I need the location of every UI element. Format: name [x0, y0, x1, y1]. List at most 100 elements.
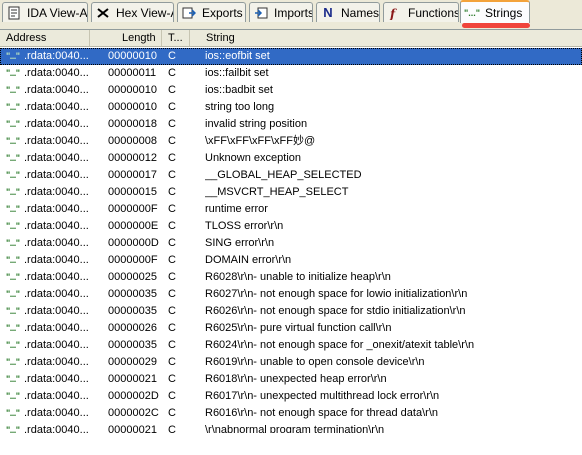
type-cell: C — [168, 390, 176, 402]
type-cell: C — [168, 101, 176, 113]
table-row[interactable]: "..." .rdata:0040... 00000012 C Unknown exce… — [0, 150, 582, 167]
string-icon: "..." — [6, 221, 20, 231]
tab-label: Names — [341, 5, 380, 20]
tab-label: IDA View-A — [27, 5, 88, 20]
length-cell: 00000029 — [108, 356, 157, 368]
length-cell: 00000010 — [108, 50, 157, 62]
type-cell: C — [168, 152, 176, 164]
address-cell: .rdata:0040... — [24, 50, 88, 62]
tab-strings[interactable]: "..." Strings — [460, 0, 530, 23]
table-row[interactable]: "..." .rdata:0040... 0000000D C SING error\r… — [0, 235, 582, 252]
type-cell: C — [168, 220, 176, 232]
string-cell: \r\nabnormal program termination\r\n — [205, 424, 385, 433]
table-row[interactable]: "..." .rdata:0040... 00000035 C R6024\r\n- n… — [0, 337, 582, 354]
type-cell: C — [168, 84, 176, 96]
table-row[interactable]: "..." .rdata:0040... 00000021 C \r\nabnormal… — [0, 422, 582, 433]
length-cell: 00000010 — [108, 101, 157, 113]
address-cell: .rdata:0040... — [24, 390, 88, 402]
bottom-area — [0, 433, 582, 455]
tab-label: Functions — [408, 5, 459, 20]
string-cell: R6028\r\n- unable to initialize heap\r\n — [205, 271, 391, 283]
address-cell: .rdata:0040... — [24, 186, 88, 198]
table-row[interactable]: "..." .rdata:0040... 00000025 C R6028\r\n- u… — [0, 269, 582, 286]
type-cell: C — [168, 186, 176, 198]
table-row[interactable]: "..." .rdata:0040... 00000010 Cios::eofbit … — [0, 48, 582, 65]
table-row[interactable]: "..." .rdata:0040... 0000002C C R6016\r\n- n… — [0, 405, 582, 422]
string-icon: "..." — [6, 289, 20, 299]
address-cell: .rdata:0040... — [24, 288, 88, 300]
string-icon: "..." — [6, 85, 20, 95]
string-icon: "..." — [6, 408, 20, 418]
table-row[interactable]: "..." .rdata:0040... 00000035 C R6026\r\n- n… — [0, 303, 582, 320]
string-icon: "..." — [6, 238, 20, 248]
length-cell: 00000008 — [108, 135, 157, 147]
string-cell: DOMAIN error\r\n — [205, 254, 292, 266]
table-row[interactable]: "..." .rdata:0040... 00000017 C __GLOBAL_HEA… — [0, 167, 582, 184]
tab-functions[interactable]: f Functions — [383, 2, 459, 22]
imports-icon — [253, 5, 269, 20]
string-cell: ios::eofbit set — [205, 50, 270, 62]
address-cell: .rdata:0040... — [24, 407, 88, 419]
length-cell: 00000026 — [108, 322, 157, 334]
tab-label: Imports — [274, 5, 313, 20]
names-icon: N — [323, 5, 333, 20]
table-row[interactable]: "..." .rdata:0040... 00000029 C R6019\r\n- u… — [0, 354, 582, 371]
type-cell: C — [168, 356, 176, 368]
table-row[interactable]: "..." .rdata:0040... 00000035 C R6027\r\n- n… — [0, 286, 582, 303]
string-cell: R6026\r\n- not enough space for stdio in… — [205, 305, 466, 317]
length-cell: 00000011 — [108, 67, 157, 79]
tab-exports[interactable]: Exports — [177, 2, 246, 22]
string-icon: "..." — [6, 272, 20, 282]
table-row[interactable]: "..." .rdata:0040... 00000011 Cios::failbit… — [0, 65, 582, 82]
table-row[interactable]: "..." .rdata:0040... 00000010 Cstring too l… — [0, 99, 582, 116]
string-icon: "..." — [6, 340, 20, 350]
string-icon: "..." — [6, 119, 20, 129]
address-cell: .rdata:0040... — [24, 271, 88, 283]
column-header-type[interactable]: T... — [162, 30, 190, 46]
length-cell: 00000021 — [108, 373, 157, 385]
length-cell: 0000000F — [108, 203, 158, 215]
type-cell: C — [168, 237, 176, 249]
table-row[interactable]: "..." .rdata:0040... 00000010 Cios::badbit … — [0, 82, 582, 99]
tab-names[interactable]: N Names — [316, 2, 380, 22]
table-row[interactable]: "..." .rdata:0040... 0000000E C TLOSS error\… — [0, 218, 582, 235]
tab-label: Hex View-A — [116, 5, 174, 20]
string-icon: "..." — [6, 425, 20, 433]
tab-imports[interactable]: Imports — [249, 2, 313, 22]
length-cell: 00000021 — [108, 424, 157, 433]
table-row[interactable]: "..." .rdata:0040... 00000026 C R6025\r\n- p… — [0, 320, 582, 337]
address-cell: .rdata:0040... — [24, 237, 88, 249]
table-row[interactable]: "..." .rdata:0040... 00000015 C __MSVCRT_HEA… — [0, 184, 582, 201]
string-icon: "..." — [6, 51, 20, 61]
address-cell: .rdata:0040... — [24, 254, 88, 266]
tab-hex-view[interactable]: Hex View-A — [91, 2, 174, 22]
table-row[interactable]: "..." .rdata:0040... 00000021 C R6018\r\n- u… — [0, 371, 582, 388]
exports-icon — [181, 5, 197, 20]
tab-ida-view[interactable]: IDA View-A — [2, 2, 88, 22]
string-icon: "..." — [6, 357, 20, 367]
string-cell: R6018\r\n- unexpected heap error\r\n — [205, 373, 387, 385]
hex-icon — [95, 5, 111, 20]
tab-label: Exports — [202, 5, 243, 20]
table-row[interactable]: "..." .rdata:0040... 00000018 Cinvalid stri… — [0, 116, 582, 133]
tab-label: Strings — [485, 5, 523, 20]
table-row[interactable]: "..." .rdata:0040... 0000002D C R6017\r\n- u… — [0, 388, 582, 405]
string-icon: "..." — [6, 323, 20, 333]
string-cell: SING error\r\n — [205, 237, 275, 249]
table-row[interactable]: "..." .rdata:0040... 0000000F C DOMAIN error… — [0, 252, 582, 269]
type-cell: C — [168, 288, 176, 300]
string-icon: "..." — [6, 306, 20, 316]
length-cell: 00000017 — [108, 169, 157, 181]
column-header-length[interactable]: Length — [90, 30, 162, 46]
length-cell: 0000000E — [108, 220, 159, 232]
column-header-address[interactable]: Address — [0, 30, 90, 46]
type-cell: C — [168, 407, 176, 419]
tab-bar: IDA View-A Hex View-A Exports Imports N … — [0, 0, 582, 30]
table-row[interactable]: "..." .rdata:0040... 0000000F Cruntime erro… — [0, 201, 582, 218]
string-cell: R6019\r\n- unable to open console device… — [205, 356, 425, 368]
column-header-string[interactable]: String — [190, 30, 582, 46]
type-cell: C — [168, 339, 176, 351]
length-cell: 0000002D — [108, 390, 159, 402]
table-row[interactable]: "..." .rdata:0040... 00000008 C \xFF\xFF\xFF… — [0, 133, 582, 150]
string-icon: "..." — [6, 374, 20, 384]
